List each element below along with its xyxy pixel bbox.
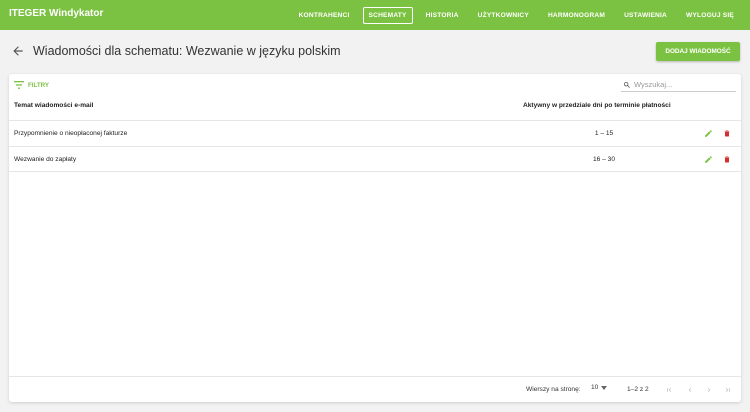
rows-per-page-value: 10 — [591, 384, 599, 391]
app-title: ITEGER Windykator — [9, 8, 104, 19]
top-app-bar: ITEGER Windykator KONTRAHENCI SCHEMATY H… — [0, 0, 750, 30]
last-page-icon[interactable] — [724, 386, 732, 394]
search-icon — [624, 81, 630, 88]
delete-icon[interactable] — [723, 155, 731, 164]
nav-ustawienia[interactable]: USTAWIENIA — [618, 7, 673, 24]
cell-range: 16 – 30 — [593, 156, 615, 163]
cell-range: 1 – 15 — [594, 130, 614, 137]
page-header: Wiadomości dla schematu: Wezwanie w języ… — [0, 42, 750, 62]
filters-label: FILTRY — [28, 81, 49, 89]
messages-table-card: FILTRY Temat wiadomości e-mail Aktywny w… — [9, 74, 741, 402]
nav-kontrahenci[interactable]: KONTRAHENCI — [293, 7, 356, 24]
filter-list-icon — [14, 81, 24, 89]
nav-harmonogram[interactable]: HARMONOGRAM — [542, 7, 611, 24]
table-pagination: Wierszy na stronę: 10 1–2 z 2 — [9, 376, 741, 402]
caret-down-icon — [601, 385, 608, 390]
search-input[interactable] — [634, 80, 734, 89]
page-range-label: 1–2 z 2 — [627, 386, 649, 393]
delete-icon[interactable] — [723, 129, 731, 138]
cell-subject: Przypomnienie o nieopłaconej fakturze — [14, 130, 128, 137]
add-message-button[interactable]: DODAJ WIADOMOŚĆ — [656, 42, 740, 61]
cell-subject: Wezwanie do zapłaty — [14, 156, 77, 163]
rows-per-page-label: Wierszy na stronę: — [526, 386, 581, 393]
edit-icon[interactable] — [704, 155, 713, 164]
column-header-subject[interactable]: Temat wiadomości e-mail — [14, 102, 93, 109]
next-page-icon[interactable] — [705, 386, 713, 394]
nav-historia[interactable]: HISTORIA — [420, 7, 465, 24]
previous-page-icon[interactable] — [686, 386, 694, 394]
column-header-active-range[interactable]: Aktywny w przedziale dni po terminie pła… — [523, 102, 671, 109]
first-page-icon[interactable] — [665, 386, 673, 394]
table-row: Wezwanie do zapłaty 16 – 30 — [9, 146, 741, 172]
filters-button[interactable]: FILTRY — [14, 81, 49, 89]
page-title: Wiadomości dla schematu: Wezwanie w języ… — [33, 44, 341, 58]
table-row: Przypomnienie o nieopłaconej fakturze 1 … — [9, 120, 741, 146]
rows-per-page-select[interactable]: 10 — [591, 384, 608, 391]
nav-uzytkownicy[interactable]: UŻYTKOWNICY — [472, 7, 535, 24]
arrow-back-icon[interactable] — [11, 44, 25, 58]
edit-icon[interactable] — [704, 129, 713, 138]
nav-schematy[interactable]: SCHEMATY — [362, 6, 413, 24]
main-nav: KONTRAHENCI SCHEMATY HISTORIA UŻYTKOWNIC… — [286, 0, 740, 30]
nav-logout[interactable]: WYLOGUJ SIĘ — [680, 7, 740, 24]
search-field — [621, 78, 736, 92]
